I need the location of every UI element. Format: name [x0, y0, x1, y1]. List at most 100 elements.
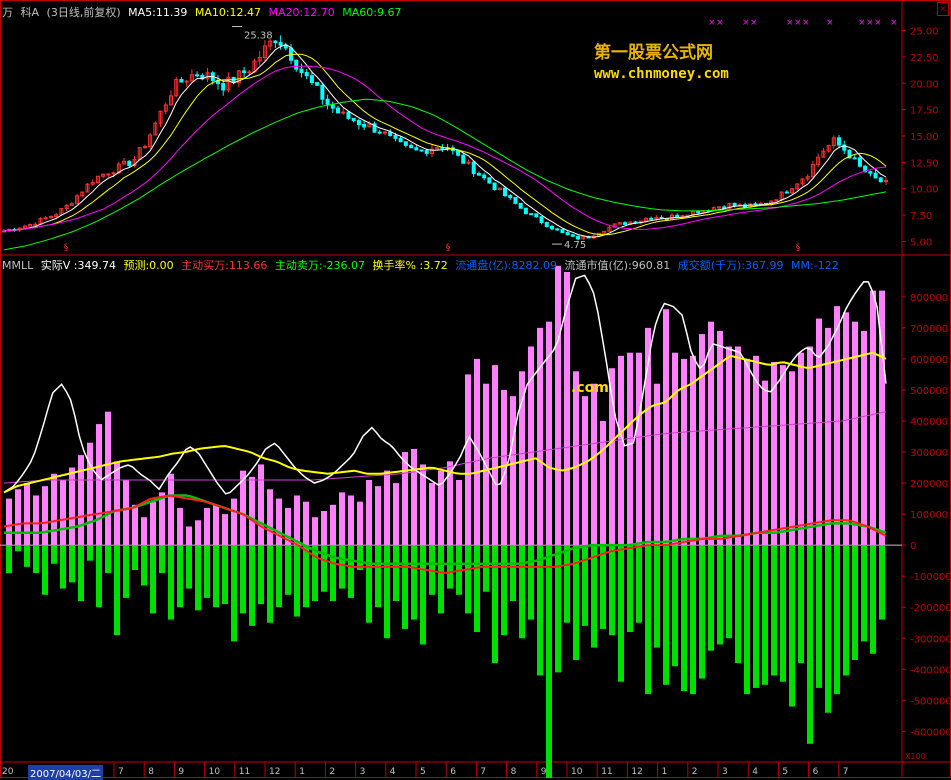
kline-chart-window[interactable]: 25.00 22.50 20.00 17.50 15.00 12.50 10.00 7.50 5… [0, 0, 951, 780]
candle-body [325, 98, 330, 105]
time-tick-label: 9 [541, 767, 547, 777]
buy-volume-bar [375, 486, 381, 546]
signal-x-icon: × [750, 18, 758, 28]
watermark-url: www.chnmoney.com [594, 66, 729, 82]
buy-volume-bar [456, 479, 462, 546]
sell-volume-bar [510, 545, 516, 602]
buy-volume-bar [204, 507, 210, 546]
price-tick-label: 17.50 [910, 106, 939, 117]
indicator-name[interactable]: MMLL [2, 259, 33, 272]
sell-volume-bar [708, 545, 714, 651]
time-tick-label: 10 [209, 767, 221, 777]
buy-volume-bar [321, 511, 327, 546]
candle-body [555, 228, 560, 231]
low-price-label: 4.75 [564, 240, 586, 251]
sell-volume-bar [123, 545, 129, 598]
sell-volume-bar [42, 545, 48, 595]
volume-amount-value: 成交额(千万):367.99 [677, 259, 784, 272]
buy-volume-bar [87, 442, 93, 546]
time-tick-label: 11 [601, 767, 612, 777]
sell-volume-bar [672, 545, 678, 667]
candle-body [523, 207, 528, 215]
time-axis-fragment: 20 [2, 767, 14, 777]
buy-volume-bar [186, 526, 192, 546]
sell-volume-bar [411, 545, 417, 620]
sell-volume-bar [735, 545, 741, 664]
sell-volume-bar [870, 545, 876, 654]
price-tick-label: 12.50 [910, 158, 939, 169]
candle-body [278, 42, 283, 46]
candle-body [487, 177, 492, 184]
ma60-value: MA60:9.67 [342, 6, 402, 19]
float-value-value: 流通市值(亿):960.81 [564, 259, 671, 272]
ma20-value: MA20:12.70 [268, 6, 335, 19]
time-tick-label: 3 [722, 767, 728, 777]
buy-volume-bar [51, 473, 57, 546]
time-tick-label: 7 [118, 767, 124, 777]
sell-volume-bar [393, 545, 399, 602]
candle-body [409, 144, 414, 149]
buy-volume-bar [231, 498, 237, 546]
time-tick-label: 3 [360, 767, 366, 777]
sell-volume-bar [105, 545, 111, 574]
candle-body [570, 234, 575, 237]
sell-volume-bar [132, 545, 138, 570]
buy-volume-bar [60, 479, 66, 546]
buy-volume-bar [735, 346, 741, 546]
time-tick-label: 7 [843, 767, 849, 777]
candle-body [106, 173, 111, 176]
candle-body [424, 150, 429, 154]
buy-volume-bar [573, 371, 579, 546]
high-price-label: 25.38 [244, 31, 273, 42]
time-tick-label: 9 [178, 767, 184, 777]
event-marker-icon: § [64, 243, 69, 253]
sell-volume-bar [834, 545, 840, 695]
sell-volume-bar [384, 545, 390, 639]
buy-volume-bar [105, 411, 111, 546]
signal-x-icon: × [716, 18, 724, 28]
candle-body [513, 196, 518, 204]
buy-volume-bar [267, 489, 273, 546]
buy-volume-bar [366, 479, 372, 546]
sell-volume-bar [762, 545, 768, 685]
candle-body [320, 84, 325, 100]
close-panel-button[interactable]: × [937, 2, 949, 16]
buy-volume-bar [96, 424, 102, 546]
chart-canvas[interactable]: 25.0022.5020.0017.5015.0012.5010.007.505… [0, 0, 951, 778]
time-tick-label: 5 [420, 767, 426, 777]
candle-body [221, 83, 226, 91]
buy-volume-bar [843, 312, 849, 546]
candle-body [43, 217, 48, 220]
buy-volume-bar [492, 365, 498, 546]
candle-body [623, 222, 628, 225]
sell-volume-bar [483, 545, 489, 592]
stock-name[interactable]: 科A [21, 6, 40, 19]
sell-volume-bar [177, 545, 183, 608]
buy-volume-bar [303, 501, 309, 546]
buy-volume-bar [600, 420, 606, 546]
buy-volume-bar [15, 489, 21, 546]
time-tick-label: 2 [692, 767, 698, 777]
sell-volume-bar [195, 545, 201, 611]
buy-volume-bar [807, 346, 813, 546]
buy-volume-bar [69, 467, 75, 546]
sell-volume-bar [609, 545, 615, 636]
sell-volume-bar [627, 545, 633, 633]
sell-volume-bar [87, 545, 93, 561]
buy-value: 主动买万:113.66 [181, 259, 268, 272]
watermark-fragment: .com [571, 380, 609, 396]
candle-body [299, 68, 304, 74]
ma60-line [3, 98, 887, 251]
buy-volume-bar [726, 346, 732, 546]
mm-value: MM:-122 [791, 259, 839, 272]
candle-body [534, 213, 539, 218]
candle-body [388, 131, 393, 137]
candle-body [873, 172, 878, 179]
buy-volume-bar [402, 452, 408, 546]
sell-volume-bar [276, 545, 282, 608]
candle-body [576, 235, 581, 240]
candle-body [649, 217, 654, 220]
buy-volume-bar [852, 321, 858, 546]
sell-volume-bar [78, 545, 84, 602]
buy-volume-bar [825, 327, 831, 546]
